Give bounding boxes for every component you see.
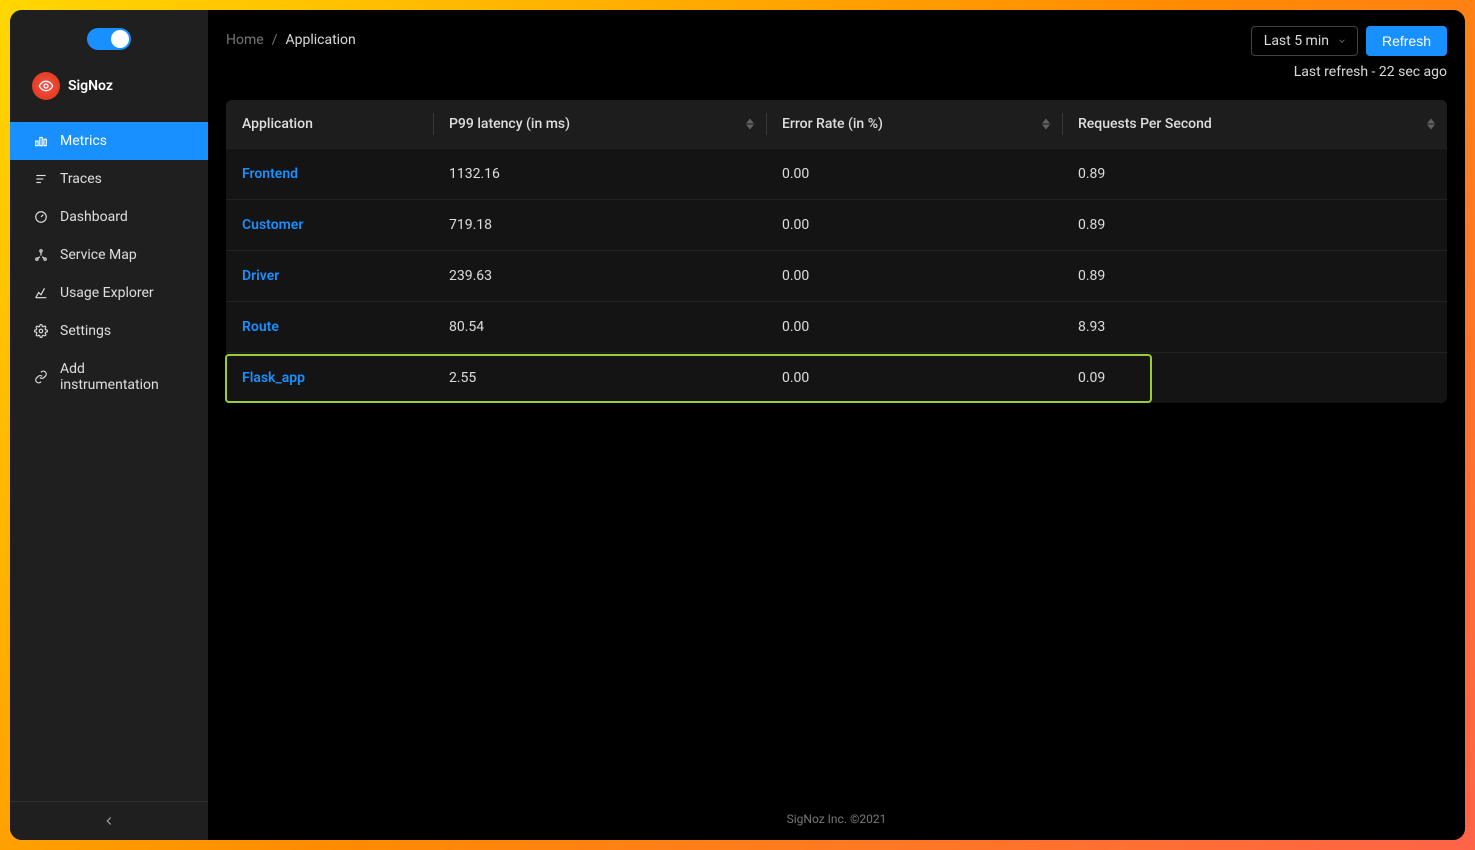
toggle-knob <box>111 30 129 48</box>
application-link[interactable]: Driver <box>242 268 279 284</box>
sidebar-item-add-instrumentation[interactable]: Add instrumentation <box>10 350 208 404</box>
cell-error-rate: 0.00 <box>766 200 1062 251</box>
api-icon <box>34 370 48 384</box>
sidebar-item-traces[interactable]: Traces <box>10 160 208 198</box>
cell-rps: 0.89 <box>1062 200 1447 251</box>
table-row[interactable]: Driver 239.630.000.89 <box>226 251 1447 302</box>
cell-p99: 80.54 <box>433 302 766 353</box>
application-link[interactable]: Flask_app <box>242 370 305 386</box>
refresh-button[interactable]: Refresh <box>1366 26 1447 56</box>
sidebar-item-label: Traces <box>60 171 102 187</box>
cell-p99: 2.55 <box>433 353 766 404</box>
breadcrumb-separator: / <box>272 32 278 48</box>
application-link[interactable]: Route <box>242 319 279 335</box>
col-p99[interactable]: P99 latency (in ms) <box>433 100 766 149</box>
sort-icon <box>746 119 754 130</box>
col-error-rate[interactable]: Error Rate (in %) <box>766 100 1062 149</box>
time-range-select[interactable]: Last 5 min <box>1251 26 1358 56</box>
breadcrumb-home[interactable]: Home <box>226 32 264 48</box>
cell-error-rate: 0.00 <box>766 251 1062 302</box>
sidebar-item-label: Metrics <box>60 133 107 149</box>
table-row[interactable]: Frontend 1132.160.000.89 <box>226 149 1447 200</box>
breadcrumb-current: Application <box>285 32 355 48</box>
sort-icon <box>1042 119 1050 130</box>
cell-error-rate: 0.00 <box>766 353 1062 404</box>
list-icon <box>34 172 48 186</box>
cell-rps: 0.89 <box>1062 251 1447 302</box>
table-row[interactable]: Flask_app 2.550.000.09 <box>226 353 1447 404</box>
footer-text: SigNoz Inc. ©2021 <box>787 812 887 826</box>
theme-toggle-row <box>24 28 194 50</box>
sidebar: SigNoz Metrics Traces Dashboard Service … <box>10 10 208 840</box>
sidebar-collapse-button[interactable] <box>10 801 208 840</box>
sidebar-item-metrics[interactable]: Metrics <box>10 122 208 160</box>
line-chart-icon <box>34 286 48 300</box>
brand-name: SigNoz <box>68 78 113 94</box>
bar-chart-icon <box>34 134 48 148</box>
network-icon <box>34 248 48 262</box>
app-window: SigNoz Metrics Traces Dashboard Service … <box>10 10 1465 840</box>
cell-error-rate: 0.00 <box>766 149 1062 200</box>
top-controls: Last 5 min Refresh Last refresh - 22 sec… <box>1251 26 1447 80</box>
sidebar-item-label: Dashboard <box>60 209 128 225</box>
dashboard-icon <box>34 210 48 224</box>
cell-rps: 8.93 <box>1062 302 1447 353</box>
time-range-value: Last 5 min <box>1264 33 1329 49</box>
application-link[interactable]: Frontend <box>242 166 298 182</box>
sidebar-item-settings[interactable]: Settings <box>10 312 208 350</box>
sidebar-item-dashboard[interactable]: Dashboard <box>10 198 208 236</box>
cell-rps: 0.89 <box>1062 149 1447 200</box>
table-header-row: Application P99 latency (in ms) Error Ra… <box>226 100 1447 149</box>
last-refresh-text: Last refresh - 22 sec ago <box>1294 64 1447 80</box>
footer: SigNoz Inc. ©2021 <box>208 812 1465 826</box>
sidebar-header: SigNoz <box>10 10 208 122</box>
theme-toggle[interactable] <box>87 28 131 50</box>
topbar: Home / Application Last 5 min Refresh La… <box>208 10 1465 88</box>
application-link[interactable]: Customer <box>242 217 303 233</box>
applications-table: Application P99 latency (in ms) Error Ra… <box>226 100 1447 403</box>
table-row[interactable]: Route 80.540.008.93 <box>226 302 1447 353</box>
cell-rps: 0.09 <box>1062 353 1447 404</box>
chevron-down-icon <box>1337 36 1347 46</box>
table-row[interactable]: Customer 719.180.000.89 <box>226 200 1447 251</box>
sidebar-item-label: Service Map <box>60 247 137 263</box>
breadcrumb: Home / Application <box>226 26 356 48</box>
sidebar-item-label: Usage Explorer <box>60 285 154 301</box>
cell-p99: 239.63 <box>433 251 766 302</box>
chevron-left-icon <box>102 814 116 828</box>
col-application[interactable]: Application <box>226 100 433 149</box>
table-wrapper: Application P99 latency (in ms) Error Ra… <box>226 100 1447 403</box>
gear-icon <box>34 324 48 338</box>
nav-list: Metrics Traces Dashboard Service Map Usa… <box>10 122 208 404</box>
sidebar-item-label: Settings <box>60 323 111 339</box>
brand[interactable]: SigNoz <box>24 68 194 114</box>
sort-icon <box>1427 119 1435 130</box>
sidebar-item-service-map[interactable]: Service Map <box>10 236 208 274</box>
cell-error-rate: 0.00 <box>766 302 1062 353</box>
cell-p99: 1132.16 <box>433 149 766 200</box>
cell-p99: 719.18 <box>433 200 766 251</box>
sidebar-item-usage-explorer[interactable]: Usage Explorer <box>10 274 208 312</box>
brand-logo-icon <box>32 72 60 100</box>
sidebar-item-label: Add instrumentation <box>60 361 184 393</box>
content-area: Application P99 latency (in ms) Error Ra… <box>208 88 1465 415</box>
col-rps[interactable]: Requests Per Second <box>1062 100 1447 149</box>
main-content: Home / Application Last 5 min Refresh La… <box>208 10 1465 840</box>
